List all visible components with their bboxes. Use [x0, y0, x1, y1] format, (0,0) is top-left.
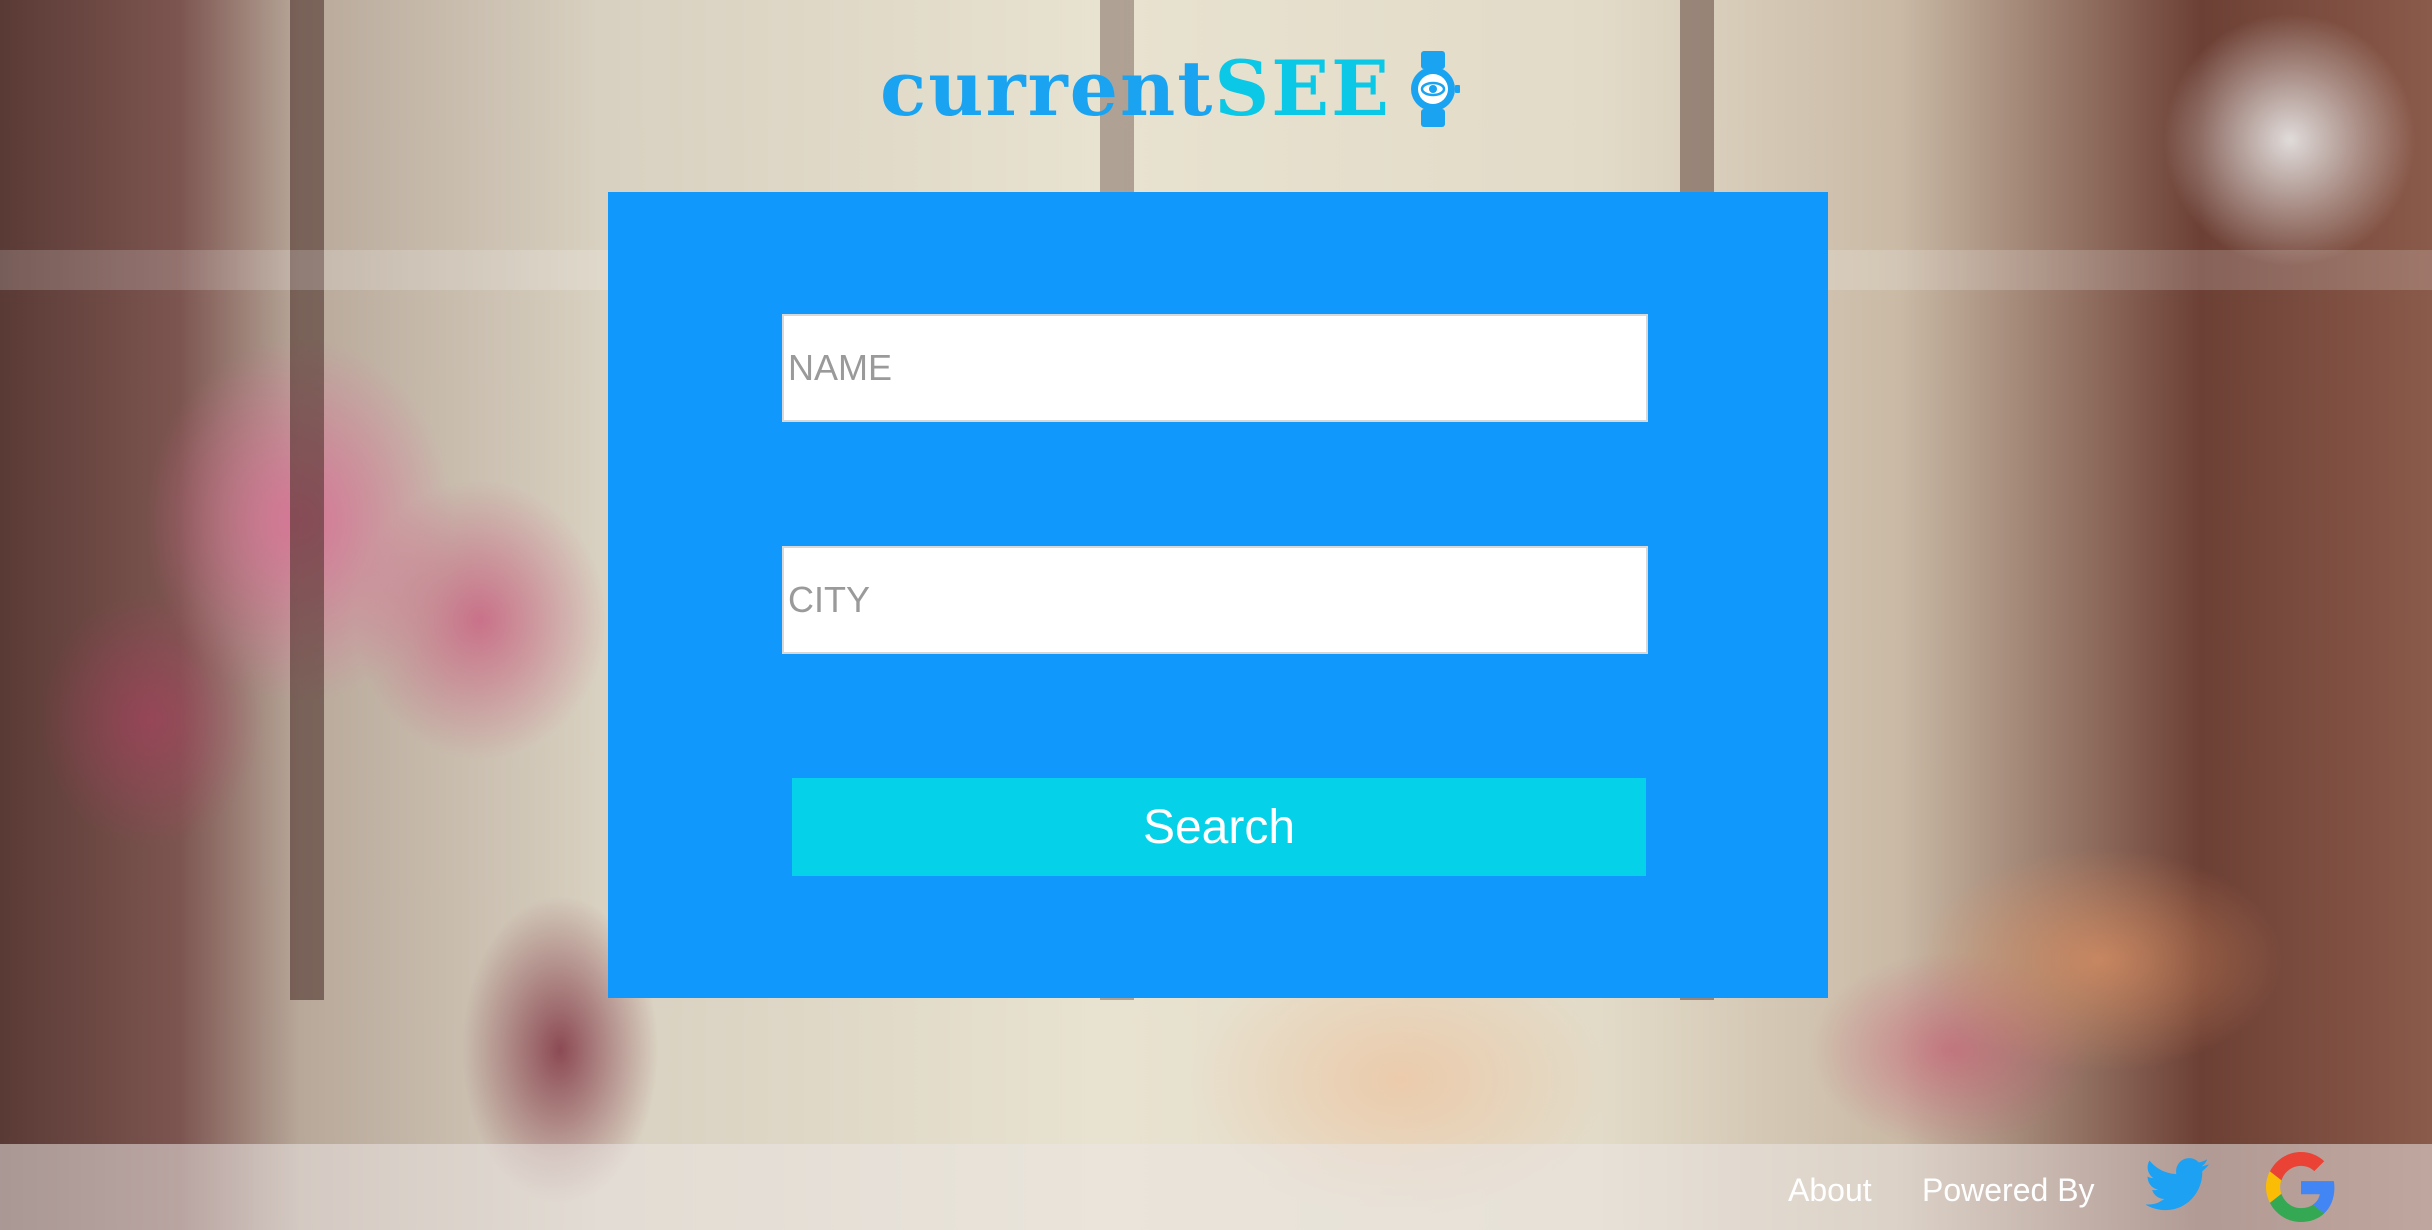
- logo-text-current: current: [880, 44, 1215, 133]
- city-input[interactable]: [782, 546, 1648, 654]
- page: currentSEE Search About Powered By: [0, 0, 2432, 1230]
- logo-wordmark: currentSEE: [880, 44, 1391, 134]
- google-icon[interactable]: [2266, 1152, 2336, 1222]
- footer: About Powered By: [0, 1144, 2432, 1230]
- brand-logo[interactable]: currentSEE: [880, 44, 1560, 134]
- search-form-card: Search: [608, 192, 1828, 998]
- name-input[interactable]: [782, 314, 1648, 422]
- background-window-frame: [290, 0, 324, 1000]
- powered-by-label: Powered By: [1922, 1172, 2095, 1208]
- about-link[interactable]: About: [1788, 1172, 1872, 1208]
- watch-eye-icon: [1411, 51, 1461, 127]
- logo-text-see: SEE: [1214, 44, 1392, 133]
- twitter-icon[interactable]: [2146, 1152, 2210, 1216]
- search-button[interactable]: Search: [792, 778, 1646, 876]
